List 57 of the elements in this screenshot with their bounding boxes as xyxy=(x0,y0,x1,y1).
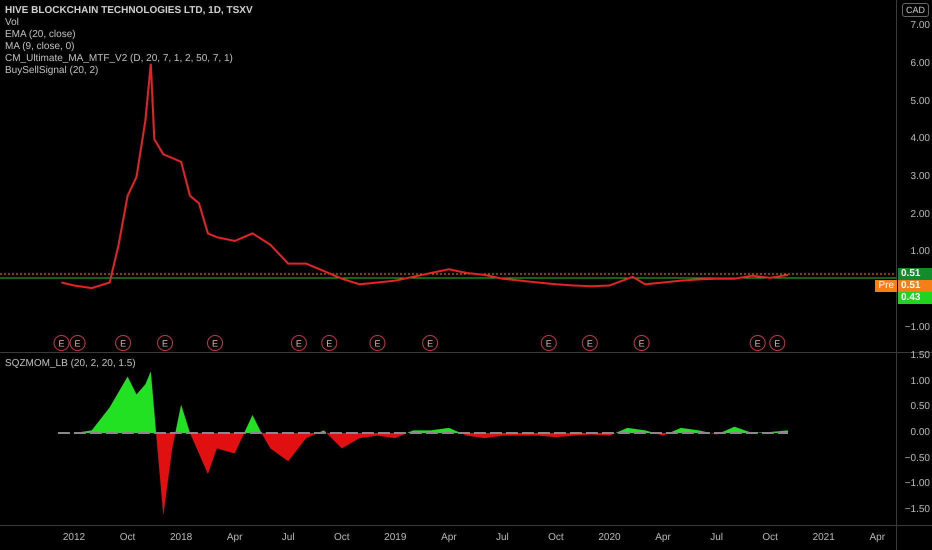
price-tag: 0.51 xyxy=(898,268,932,280)
currency-label[interactable]: CAD xyxy=(902,3,929,17)
study-label[interactable]: CM_Ultimate_MA_MTF_V2 (D, 20, 7, 1, 2, 50, 7, 1) xyxy=(5,53,253,65)
study-label[interactable]: Vol xyxy=(5,17,253,29)
time-label: 2018 xyxy=(168,532,194,543)
time-label: Oct xyxy=(547,532,565,543)
indicator-title[interactable]: SQZMOM_LB (20, 2, 20, 1.5) xyxy=(5,358,136,369)
earnings-marker[interactable]: E xyxy=(369,335,386,351)
axis-label: 6.00 xyxy=(910,56,930,71)
axis-label: 2.00 xyxy=(910,208,930,222)
study-label[interactable]: MA (9, close, 0) xyxy=(5,41,253,53)
earnings-marker[interactable]: E xyxy=(115,335,132,351)
axis-label: 5.00 xyxy=(910,94,930,108)
axis-label: 4.00 xyxy=(910,132,930,146)
time-label: Oct xyxy=(118,532,136,543)
axis-label: −1.00 xyxy=(904,320,930,335)
prefix-label: Pre xyxy=(875,280,897,292)
axis-label: 1.00 xyxy=(910,374,930,389)
time-label: Apr xyxy=(226,532,244,543)
axis-label: 0.50 xyxy=(910,400,930,414)
study-label[interactable]: EMA (20, close) xyxy=(5,29,253,41)
earnings-marker[interactable]: E xyxy=(207,335,224,351)
time-label: Apr xyxy=(654,532,672,543)
earnings-marker[interactable]: E xyxy=(750,335,766,351)
time-label: Apr xyxy=(868,532,886,543)
axis-label: −1.00 xyxy=(904,477,930,492)
earnings-marker[interactable]: E xyxy=(290,335,307,351)
price-tag: 0.43 xyxy=(898,292,932,304)
earnings-marker[interactable]: E xyxy=(582,335,598,351)
axis-label: 0.00 xyxy=(910,426,930,440)
time-label: Jul xyxy=(280,532,296,543)
earnings-marker[interactable]: E xyxy=(769,335,786,351)
time-label: Jul xyxy=(494,532,510,543)
time-label: 2020 xyxy=(597,532,622,543)
time-label: Jul xyxy=(709,532,724,543)
time-label: 2012 xyxy=(62,532,86,543)
time-label: Oct xyxy=(332,532,351,543)
study-label[interactable]: BuySellSignal (20, 2) xyxy=(5,65,253,77)
earnings-marker[interactable]: E xyxy=(321,335,338,351)
earnings-marker[interactable]: E xyxy=(70,335,86,351)
axis-label: 1.00 xyxy=(910,245,930,260)
earnings-marker[interactable]: E xyxy=(422,335,438,351)
time-label: Oct xyxy=(761,532,779,543)
time-label: 2019 xyxy=(383,532,408,543)
axis-label: 7.00 xyxy=(910,19,930,34)
time-label: Apr xyxy=(440,532,458,543)
axis-label: 3.00 xyxy=(910,170,930,184)
price-tag: 0.51 xyxy=(898,280,932,292)
axis-label: −0.50 xyxy=(904,452,930,466)
axis-label: −1.50 xyxy=(904,502,930,517)
earnings-marker[interactable]: E xyxy=(634,335,650,351)
chart-title: HIVE BLOCKCHAIN TECHNOLOGIES LTD, 1D, TSXV xyxy=(5,5,253,17)
earnings-marker[interactable]: E xyxy=(540,335,557,351)
earnings-marker[interactable]: E xyxy=(157,335,174,351)
earnings-marker[interactable]: E xyxy=(54,335,70,351)
time-label: 2021 xyxy=(812,532,836,543)
axis-label: 1.50 xyxy=(910,349,930,364)
